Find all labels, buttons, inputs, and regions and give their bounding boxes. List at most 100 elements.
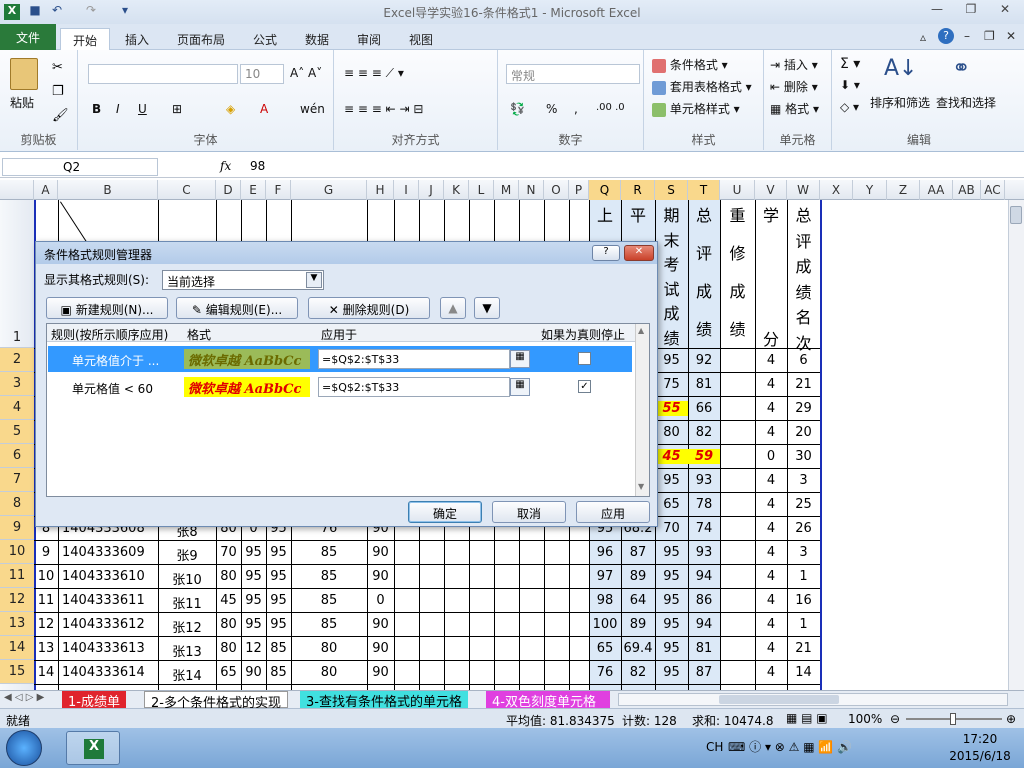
- column-header[interactable]: J: [419, 180, 444, 200]
- range-select-icon[interactable]: ▦: [510, 378, 530, 396]
- table-cell[interactable]: 95: [266, 545, 291, 560]
- table-cell[interactable]: 20: [787, 425, 820, 440]
- table-cell[interactable]: 16: [787, 593, 820, 608]
- column-header[interactable]: R: [621, 180, 655, 200]
- table-cell[interactable]: 4: [755, 641, 787, 656]
- table-cell[interactable]: 10: [34, 569, 58, 584]
- table-cell[interactable]: 94: [688, 569, 720, 584]
- table-cell[interactable]: 30: [787, 449, 820, 464]
- column-header[interactable]: H: [367, 180, 394, 200]
- select-all-corner[interactable]: [0, 180, 34, 200]
- clock-date[interactable]: 2015/6/18: [940, 749, 1020, 763]
- table-cell[interactable]: 93: [688, 473, 720, 488]
- table-cell[interactable]: 4: [755, 401, 787, 416]
- table-cell[interactable]: 95: [655, 569, 688, 584]
- table-cell[interactable]: 张9: [158, 545, 216, 564]
- scroll-up-icon[interactable]: ▲: [638, 326, 644, 335]
- conditional-format-button[interactable]: 条件格式 ▾: [652, 56, 728, 73]
- table-cell[interactable]: 1404333612: [58, 617, 158, 632]
- sheet-tab-2[interactable]: 2-多个条件格式的实现: [144, 691, 288, 711]
- table-cell[interactable]: 4: [755, 521, 787, 536]
- table-cell[interactable]: 11: [34, 593, 58, 608]
- tab-page-layout[interactable]: 页面布局: [168, 28, 234, 50]
- save-icon[interactable]: ■: [26, 3, 44, 21]
- table-cell[interactable]: 1: [787, 617, 820, 632]
- column-header[interactable]: D: [216, 180, 241, 200]
- row-header[interactable]: 8: [0, 492, 34, 516]
- tab-insert[interactable]: 插入: [114, 28, 160, 50]
- table-cell[interactable]: 92: [688, 353, 720, 368]
- table-cell[interactable]: 85: [291, 593, 367, 608]
- table-cell[interactable]: 70: [216, 545, 241, 560]
- table-cell[interactable]: 4: [755, 545, 787, 560]
- row-header[interactable]: 7: [0, 468, 34, 492]
- table-cell[interactable]: 55: [655, 401, 688, 416]
- column-header[interactable]: G: [291, 180, 367, 200]
- delete-rule-button[interactable]: ✕ 删除规则(D): [308, 297, 430, 319]
- move-down-icon[interactable]: ▼: [474, 297, 500, 319]
- font-name-select[interactable]: [88, 64, 238, 84]
- table-cell[interactable]: 97: [589, 569, 621, 584]
- table-cell[interactable]: 75: [655, 377, 688, 392]
- sort-filter-icon[interactable]: A↓: [884, 56, 917, 81]
- row-header[interactable]: 1: [0, 200, 34, 348]
- table-cell[interactable]: 95: [266, 617, 291, 632]
- table-cell[interactable]: 65: [216, 665, 241, 680]
- scroll-thumb[interactable]: [719, 695, 839, 704]
- table-cell[interactable]: 69.4: [621, 641, 655, 656]
- start-button[interactable]: [6, 730, 42, 766]
- table-cell[interactable]: 45: [655, 449, 688, 464]
- table-cell[interactable]: 80: [291, 641, 367, 656]
- column-header[interactable]: X: [820, 180, 853, 200]
- table-cell[interactable]: 85: [291, 617, 367, 632]
- zoom-level[interactable]: 100%: [848, 712, 882, 726]
- table-cell[interactable]: 4: [755, 377, 787, 392]
- table-cell[interactable]: 张11: [158, 593, 216, 612]
- clock-time[interactable]: 17:20: [950, 732, 1010, 746]
- column-header[interactable]: V: [755, 180, 787, 200]
- row-header[interactable]: 14: [0, 636, 34, 660]
- redo-icon[interactable]: ↷: [82, 3, 100, 21]
- decimal-icon[interactable]: .00 .0: [596, 102, 625, 113]
- stop-if-true-checkbox[interactable]: [578, 352, 591, 365]
- tab-review[interactable]: 审阅: [348, 28, 390, 50]
- row-header[interactable]: 15: [0, 660, 34, 684]
- table-cell[interactable]: 张14: [158, 665, 216, 684]
- undo-icon[interactable]: ↶: [48, 3, 66, 21]
- table-cell[interactable]: 80: [291, 665, 367, 680]
- column-header[interactable]: E: [241, 180, 266, 200]
- table-cell[interactable]: 100: [589, 617, 621, 632]
- cut-icon[interactable]: ✂: [52, 60, 63, 75]
- table-cell[interactable]: 1404333609: [58, 545, 158, 560]
- comma-icon[interactable]: ,: [574, 102, 578, 116]
- table-cell[interactable]: 95: [655, 641, 688, 656]
- table-cell[interactable]: 90: [367, 617, 394, 632]
- rules-scrollbar[interactable]: ▲ ▼: [635, 324, 649, 496]
- table-cell[interactable]: 4: [755, 473, 787, 488]
- phonetic-icon[interactable]: wén: [300, 102, 325, 116]
- column-header[interactable]: T: [688, 180, 720, 200]
- top-align-icon[interactable]: ≡ ≡ ≡ ⟋ ▾: [344, 66, 404, 81]
- table-cell[interactable]: 4: [755, 425, 787, 440]
- table-cell[interactable]: 90: [367, 641, 394, 656]
- border-icon[interactable]: ⊞: [172, 102, 182, 116]
- table-cell[interactable]: 95: [241, 593, 266, 608]
- table-cell[interactable]: 12: [34, 617, 58, 632]
- table-cell[interactable]: 4: [755, 353, 787, 368]
- help-icon[interactable]: ?: [938, 28, 954, 44]
- name-box[interactable]: Q2: [2, 158, 158, 176]
- customize-qat-icon[interactable]: ▾: [116, 3, 134, 21]
- format-painter-icon[interactable]: 🖌: [52, 108, 69, 123]
- row-header[interactable]: 4: [0, 396, 34, 420]
- sort-filter-button[interactable]: 排序和筛选: [870, 94, 930, 111]
- table-cell[interactable]: 85: [266, 665, 291, 680]
- sheet-tab-3[interactable]: 3-查找有条件格式的单元格: [300, 691, 468, 710]
- table-cell[interactable]: 89: [621, 569, 655, 584]
- table-cell[interactable]: 64: [621, 593, 655, 608]
- table-cell[interactable]: 95: [655, 353, 688, 368]
- column-header[interactable]: Z: [887, 180, 920, 200]
- minimize-icon[interactable]: —: [926, 2, 948, 20]
- table-cell[interactable]: 78: [688, 497, 720, 512]
- table-cell[interactable]: 90: [367, 545, 394, 560]
- table-cell[interactable]: 82: [688, 425, 720, 440]
